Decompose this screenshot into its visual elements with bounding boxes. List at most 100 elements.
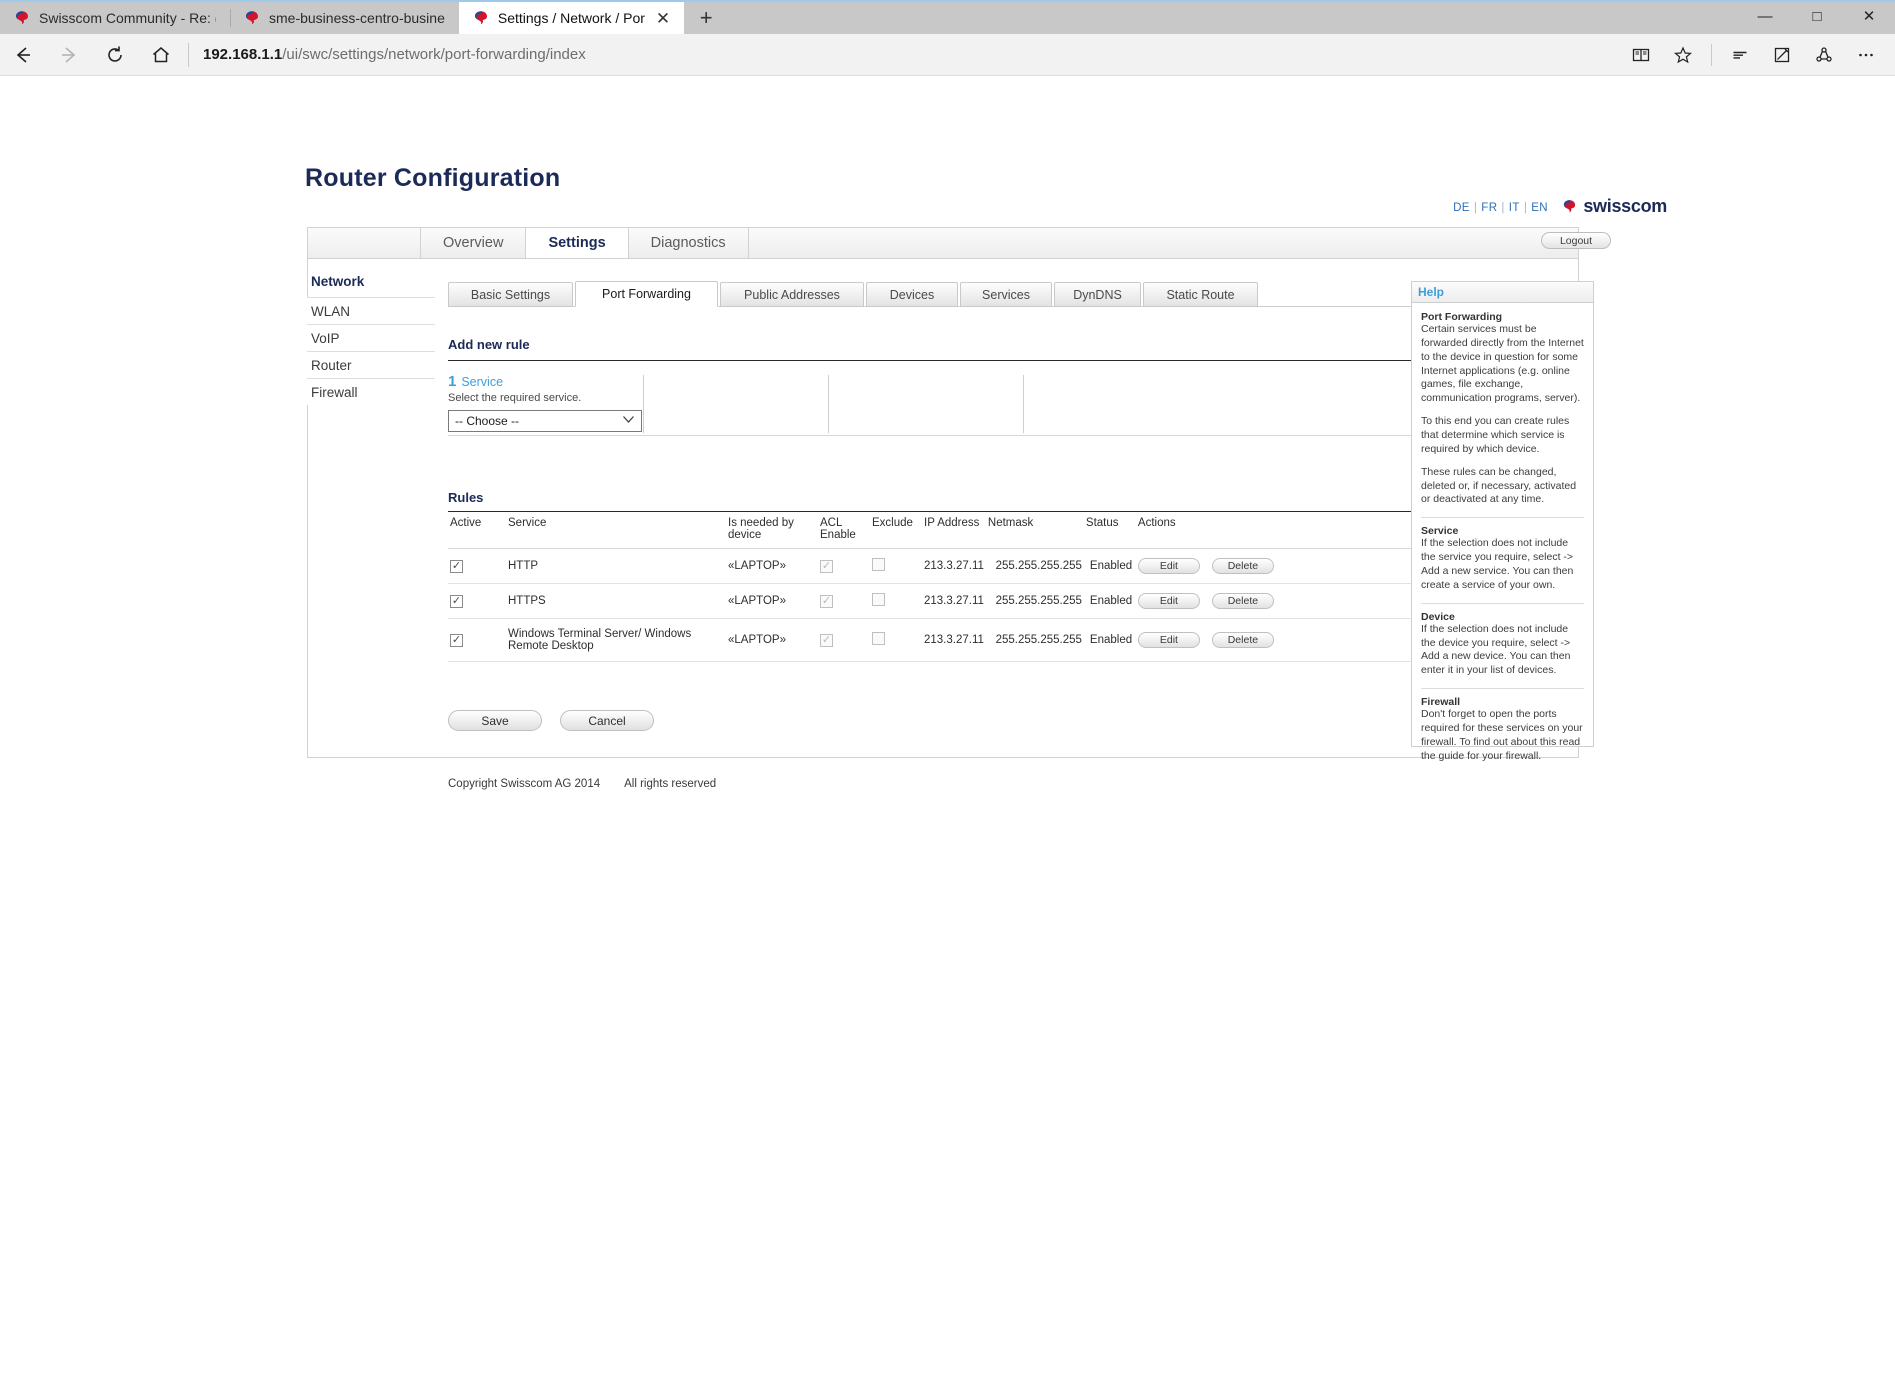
browser-tab[interactable]: sme-business-centro-busine <box>230 2 459 34</box>
edit-button[interactable]: Edit <box>1137 593 1200 609</box>
sidebar-title: Network <box>311 274 365 289</box>
share-icon[interactable] <box>1803 34 1845 76</box>
tab-dyndns[interactable]: DynDNS <box>1054 282 1141 307</box>
add-rule-divider <box>448 360 1411 361</box>
web-note-icon[interactable] <box>1761 34 1803 76</box>
cancel-button[interactable]: Cancel <box>560 710 654 731</box>
more-icon[interactable] <box>1845 34 1887 76</box>
cell-status: Enabled <box>1083 618 1136 662</box>
cell-device: «LAPTOP» <box>726 618 818 662</box>
address-bar[interactable]: 192.168.1.1/ui/swc/settings/network/port… <box>195 34 1620 76</box>
swisscom-favicon-icon <box>244 10 260 26</box>
sidebar-item-firewall[interactable]: Firewall <box>307 378 435 405</box>
maximize-icon[interactable]: □ <box>1791 0 1843 32</box>
col-netmask: Netmask <box>985 511 1084 549</box>
browser-tab[interactable]: Swisscom Community - Re: ( <box>0 2 230 34</box>
swisscom-logo: swisscom <box>1562 196 1667 217</box>
language-separator: | <box>1523 202 1528 214</box>
cell-netmask: 255.255.255.255 <box>985 618 1084 662</box>
language-link-fr[interactable]: FR <box>1481 202 1497 214</box>
swisscom-favicon-icon <box>473 10 489 26</box>
delete-button[interactable]: Delete <box>1211 593 1274 609</box>
rules-table-head: Active Service Is needed by device ACL E… <box>448 511 1411 549</box>
checkbox-checked-icon[interactable]: ✓ <box>450 559 463 573</box>
primary-nav-item-diagnostics[interactable]: Diagnostics <box>628 228 749 258</box>
browser-toolbar-right <box>1620 34 1895 76</box>
cell-service: Windows Terminal Server/ Windows Remote … <box>506 618 726 662</box>
wizard-step-service: 1 Service Select the required service. --… <box>448 373 643 435</box>
page-title: Router Configuration <box>305 164 561 192</box>
save-button[interactable]: Save <box>448 710 542 731</box>
primary-nav: Overview Settings Diagnostics <box>307 227 1579 258</box>
back-arrow-icon[interactable] <box>0 34 46 76</box>
brand-name: swisscom <box>1583 196 1667 216</box>
router-config-page: Router Configuration DE | FR | IT | EN swissco… <box>0 76 1895 1391</box>
cell-actions: Edit Delete <box>1135 618 1411 662</box>
copyright-text: Copyright Swisscom AG 2014 <box>448 778 601 790</box>
delete-button[interactable]: Delete <box>1211 558 1274 574</box>
help-divider <box>1421 602 1584 604</box>
primary-nav-item-overview[interactable]: Overview <box>421 228 527 258</box>
cell-device: «LAPTOP» <box>726 548 818 584</box>
table-row: ✓ HTTPS «LAPTOP» ✓ 213.3.27.11 255.255.255.25… <box>448 583 1411 619</box>
checkbox-checked-disabled-icon: ✓ <box>820 594 833 608</box>
checkbox-checked-icon[interactable]: ✓ <box>450 594 463 608</box>
help-paragraph: If the selection does not include the de… <box>1421 622 1571 677</box>
minimize-icon[interactable]: — <box>1739 0 1791 32</box>
rules-table: Active Service Is needed by device ACL E… <box>448 511 1411 662</box>
col-device: Is needed by device <box>726 511 818 549</box>
tab-public-addresses[interactable]: Public Addresses <box>720 282 864 307</box>
tab-port-forwarding[interactable]: Port Forwarding <box>575 281 718 307</box>
close-tab-icon[interactable]: ✕ <box>656 10 670 27</box>
edit-button[interactable]: Edit <box>1137 558 1200 574</box>
primary-nav-item-settings[interactable]: Settings <box>526 228 629 258</box>
home-icon[interactable] <box>138 34 184 76</box>
checkbox-unchecked-icon <box>872 632 885 645</box>
tab-static-route[interactable]: Static Route <box>1143 282 1258 307</box>
edit-button[interactable]: Edit <box>1137 632 1200 648</box>
favorites-star-icon[interactable] <box>1662 34 1704 76</box>
cell-actions: Edit Delete <box>1135 583 1411 619</box>
cell-device: «LAPTOP» <box>726 583 818 619</box>
language-link-en[interactable]: EN <box>1531 202 1548 214</box>
cell-status: Enabled <box>1083 548 1136 584</box>
language-link-it[interactable]: IT <box>1509 202 1520 214</box>
delete-button[interactable]: Delete <box>1211 632 1274 648</box>
browser-tab[interactable]: Settings / Network / Por ✕ <box>458 2 685 34</box>
sidebar-item-voip[interactable]: VoIP <box>307 324 435 351</box>
col-actions: Actions <box>1135 511 1411 549</box>
language-link-de[interactable]: DE <box>1453 202 1470 214</box>
help-paragraph: To this end you can create rules that de… <box>1421 415 1570 455</box>
wizard-step-header: 1 Service <box>448 373 643 391</box>
cell-active: ✓ <box>448 618 506 662</box>
table-row: ✓ Windows Terminal Server/ Windows Remote… <box>448 618 1411 662</box>
sidebar-item-router[interactable]: Router <box>307 351 435 378</box>
forward-arrow-icon[interactable] <box>46 34 92 76</box>
refresh-icon[interactable] <box>92 34 138 76</box>
tab-basic-settings[interactable]: Basic Settings <box>448 282 573 307</box>
primary-nav-spacer <box>308 228 421 258</box>
service-select[interactable]: -- Choose -- <box>448 410 642 432</box>
hub-icon[interactable] <box>1719 34 1761 76</box>
close-window-icon[interactable]: ✕ <box>1843 0 1895 32</box>
col-ip-address: IP Address <box>922 511 986 549</box>
sidebar: Network WLAN VoIP Router Firewall <box>307 271 435 405</box>
reading-view-icon[interactable] <box>1620 34 1662 76</box>
browser-navbar: 192.168.1.1/ui/swc/settings/network/port… <box>0 34 1895 76</box>
new-tab-button[interactable]: + <box>684 2 729 34</box>
help-section-heading: Firewall <box>1421 696 1461 709</box>
tab-services[interactable]: Services <box>960 282 1052 307</box>
chevron-down-icon <box>622 415 635 427</box>
checkbox-checked-icon[interactable]: ✓ <box>450 633 463 647</box>
logout-button[interactable]: Logout <box>1541 232 1611 249</box>
tab-devices[interactable]: Devices <box>866 282 958 307</box>
wizard-step-2-placeholder <box>643 373 828 435</box>
cell-exclude <box>870 618 922 662</box>
col-acl-enable: ACL Enable <box>818 511 870 549</box>
cell-actions: Edit Delete <box>1135 548 1411 584</box>
rules-table-body: ✓ HTTP «LAPTOP» ✓ 213.3.27.11 255.255.255.255… <box>448 548 1411 662</box>
sidebar-item-wlan[interactable]: WLAN <box>307 297 435 324</box>
browser-tab-title: Swisscom Community - Re: ( <box>39 10 216 26</box>
cell-active: ✓ <box>448 548 506 584</box>
cell-active: ✓ <box>448 583 506 619</box>
